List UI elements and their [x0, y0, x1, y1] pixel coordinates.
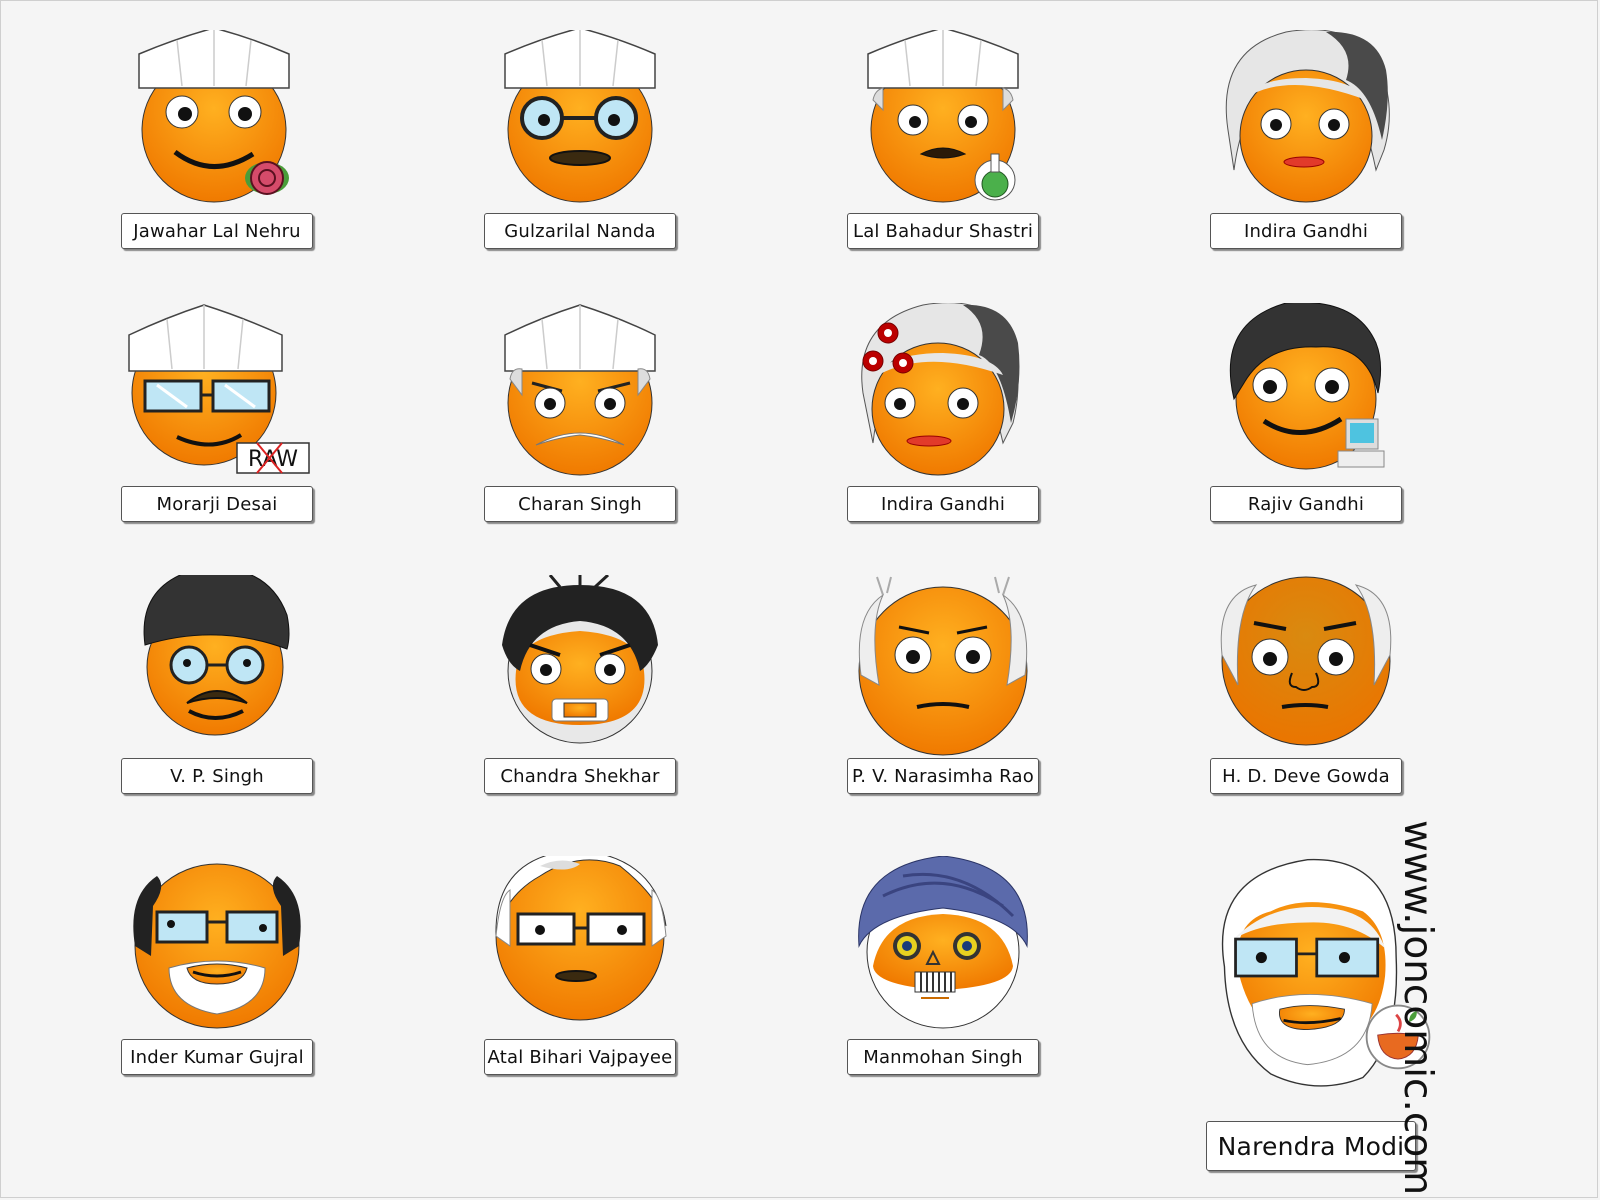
portrait-name-label: Morarji Desai [121, 486, 313, 522]
portrait-card: Atal Bihari Vajpayee [480, 856, 680, 1096]
portrait-name-label: Inder Kumar Gujral [121, 1039, 313, 1075]
vp-singh-face-icon [143, 575, 290, 736]
portrait-card: Gulzarilal Nanda [480, 30, 680, 270]
portrait-card: Inder Kumar Gujral [117, 856, 317, 1096]
portrait-name-label: Chandra Shekhar [484, 758, 676, 794]
portrait-name-label: Indira Gandhi [1210, 213, 1402, 249]
shastri-face-icon [867, 30, 1019, 203]
charan-singh-face-icon [504, 304, 656, 476]
gujral-face-icon [133, 863, 301, 1029]
deve-gowda-face-icon [1220, 576, 1392, 746]
nehru-face-icon [138, 30, 290, 203]
portrait-card: H. D. Deve Gowda [1206, 575, 1406, 815]
portrait-card: Charan Singh [480, 303, 680, 543]
portrait-name-label: P. V. Narasimha Rao [847, 758, 1039, 794]
manmohan-singh-face-icon [858, 856, 1028, 1029]
indira-gandhi-2-face-icon [861, 303, 1020, 476]
portrait-name-label: H. D. Deve Gowda [1210, 758, 1402, 794]
vajpayee-face-icon [495, 856, 667, 1021]
portrait-card: Lal Bahadur Shastri [843, 30, 1043, 270]
portrait-name-label: Rajiv Gandhi [1210, 486, 1402, 522]
portrait-card: Jawahar Lal Nehru [117, 30, 317, 270]
portrait-name-label: Jawahar Lal Nehru [121, 213, 313, 249]
portrait-card: P. V. Narasimha Rao [843, 575, 1043, 815]
portrait-card: Rajiv Gandhi [1206, 303, 1406, 543]
indira-face-icon [1225, 30, 1390, 203]
portrait-card: Indira Gandhi [1206, 30, 1406, 270]
nanda-face-icon [504, 30, 656, 203]
portrait-card: Indira Gandhi [843, 303, 1043, 543]
portrait-name-label: Lal Bahadur Shastri [847, 213, 1039, 249]
rajiv-face-icon [1229, 303, 1385, 470]
narasimha-rao-face-icon [858, 576, 1028, 756]
chandra-shekhar-face-icon [502, 575, 658, 744]
portrait-name-label: Narendra Modi [1206, 1121, 1416, 1171]
portrait-name-label: Atal Bihari Vajpayee [484, 1039, 676, 1075]
raw-badge-text: RAW [248, 447, 298, 472]
portrait-card: V. P. Singh [117, 575, 317, 815]
portrait-card: Chandra Shekhar [480, 575, 680, 815]
portrait-card: Manmohan Singh [843, 856, 1043, 1096]
portrait-name-label: Indira Gandhi [847, 486, 1039, 522]
portrait-name-label: Charan Singh [484, 486, 676, 522]
portrait-name-label: V. P. Singh [121, 758, 313, 794]
site-url-watermark: www.joncomic.com [1395, 820, 1440, 1196]
desai-face-icon: RAW [128, 304, 310, 474]
portrait-card: RAW Morarji Desai [117, 303, 317, 543]
portrait-name-label: Manmohan Singh [847, 1039, 1039, 1075]
portrait-name-label: Gulzarilal Nanda [484, 213, 676, 249]
